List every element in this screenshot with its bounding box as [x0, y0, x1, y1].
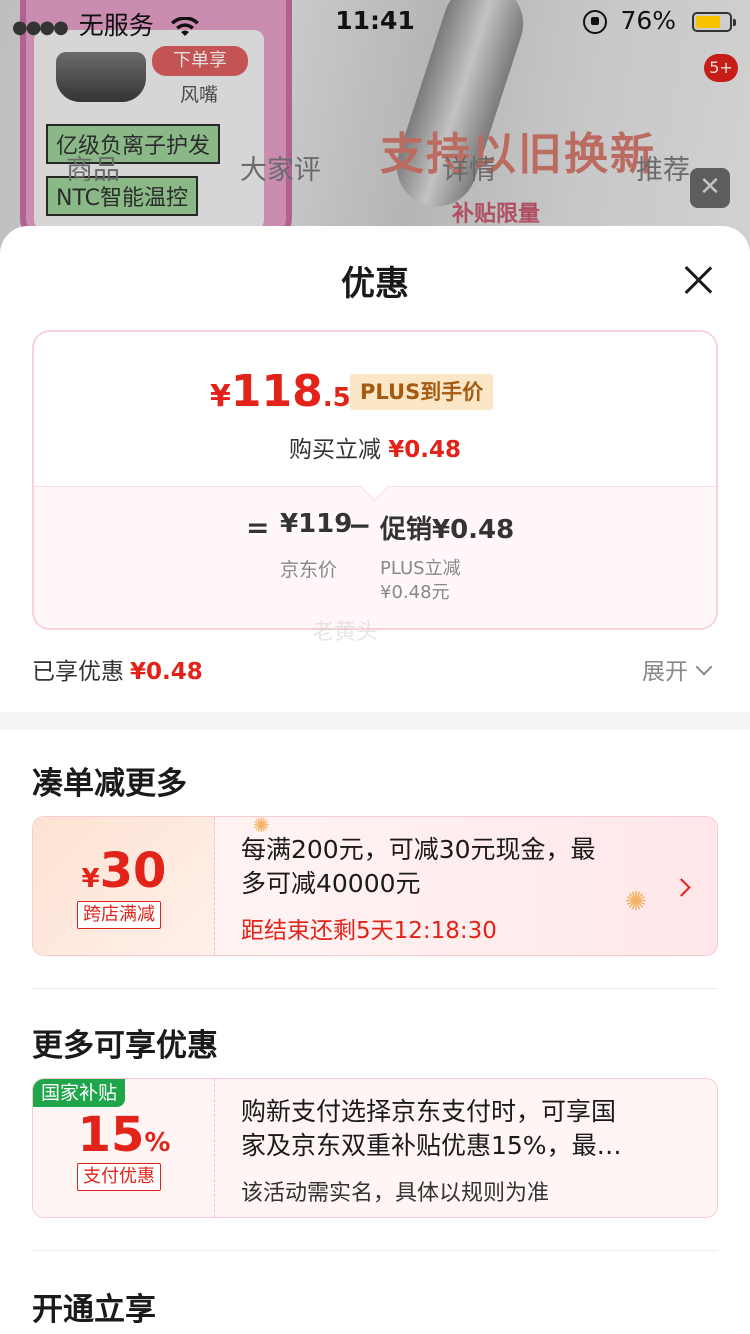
purchase-reduction: 购买立减 ¥0.48: [288, 437, 462, 463]
section-title-more: 更多可享优惠: [32, 1028, 218, 1064]
national-subsidy-tag: 国家补贴: [33, 1079, 126, 1107]
coupon-amount: ¥30: [81, 843, 167, 899]
final-price: ¥118.52: [210, 366, 369, 417]
countdown-timer: 距结束还剩5天12:18:30: [241, 918, 497, 944]
payment-subsidy-coupon[interactable]: 国家补贴 15% 支付优惠 购新支付选择京东支付时，可享国 家及京东双重补贴优惠…: [32, 1078, 718, 1218]
divider: [32, 1250, 718, 1251]
sparkle-icon: ✺: [253, 816, 270, 837]
section-title-membership: 开通立享: [32, 1292, 156, 1328]
plus-reduce-label: PLUS立减 ¥0.48元: [380, 558, 461, 603]
cross-store-coupon[interactable]: ¥30 跨店满减 每满200元，可减30元现金，最 多可减40000元 距结束还…: [32, 816, 718, 956]
coupon-amount: 15%: [77, 1107, 171, 1163]
section-divider: [0, 712, 750, 730]
promo-value: 促销¥0.48: [380, 515, 515, 545]
expand-button[interactable]: 展开: [642, 652, 713, 686]
battery-percent: 76%: [620, 6, 677, 35]
coupon-description: 每满200元，可减30元现金，最 多可减40000元: [241, 835, 596, 898]
price-breakdown-card: ¥118.52 PLUS到手价 购买立减 ¥0.48 = ¥119 − 促销¥0…: [32, 330, 718, 630]
sparkle-icon: ✺: [625, 887, 647, 917]
price-formula: = ¥119 − 促销¥0.48 京东价 PLUS立减 ¥0.48元: [34, 486, 716, 628]
discount-sheet: 优惠 ¥118.52 PLUS到手价 购买立减 ¥0.48 = ¥119 − 促…: [0, 226, 750, 1334]
orientation-lock-icon: [582, 10, 607, 34]
equals-sign: =: [246, 511, 270, 544]
minus-sign: −: [348, 509, 372, 542]
plus-price-tag: PLUS到手价: [350, 374, 494, 410]
status-bar: ●●●● 无服务 11:41 76%: [0, 0, 750, 42]
coupon-type-tag: 跨店满减: [77, 901, 161, 929]
watermark: 老黄头: [312, 620, 379, 645]
sheet-title: 优惠: [341, 264, 409, 304]
section-title-bundle: 凑单减更多: [32, 766, 187, 802]
coupon-description: 购新支付选择京东支付时，可享国 家及京东双重补贴优惠15%，最…: [241, 1097, 622, 1160]
chevron-down-icon: [695, 658, 713, 676]
divider: [32, 988, 718, 989]
battery-icon: [692, 12, 736, 32]
chevron-right-icon: [672, 878, 691, 897]
coupon-note: 该活动需实名，具体以规则为准: [241, 1181, 550, 1206]
coupon-type-tag: 支付优惠: [77, 1163, 161, 1191]
enjoyed-discount: 已享优惠 ¥0.48: [32, 659, 203, 685]
jd-price-value: ¥119: [280, 509, 353, 539]
close-icon[interactable]: [678, 260, 718, 300]
jd-price-label: 京东价: [280, 559, 338, 581]
